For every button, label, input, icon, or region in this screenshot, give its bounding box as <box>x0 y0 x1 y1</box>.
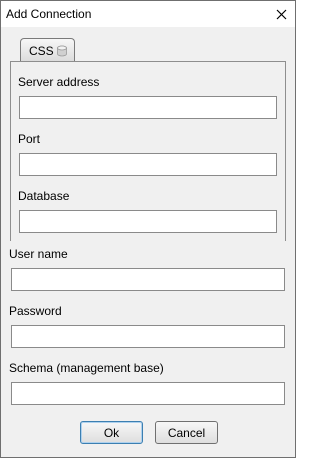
user-name-input[interactable] <box>11 268 285 291</box>
server-address-label: Server address <box>18 75 100 89</box>
dialog-title: Add Connection <box>6 7 92 21</box>
port-label: Port <box>18 132 41 146</box>
tab-css[interactable]: CSS <box>20 38 75 61</box>
port-input[interactable] <box>19 153 277 176</box>
database-input[interactable] <box>19 210 277 233</box>
password-input[interactable] <box>11 325 285 348</box>
user-name-label: User name <box>9 247 68 261</box>
close-button[interactable] <box>267 1 295 27</box>
server-address-input[interactable] <box>19 96 277 119</box>
password-label: Password <box>9 304 62 318</box>
schema-label: Schema (management base) <box>9 361 164 375</box>
add-connection-dialog: Add Connection CSS Server address Port D… <box>0 0 296 458</box>
title-bar: Add Connection <box>1 1 295 27</box>
database-icon <box>57 45 67 57</box>
ok-button[interactable]: Ok <box>80 421 143 444</box>
tab-label: CSS <box>29 44 54 58</box>
close-icon <box>276 9 286 19</box>
tab-bar: CSS <box>10 36 286 62</box>
cancel-button[interactable]: Cancel <box>155 421 218 444</box>
schema-input[interactable] <box>11 382 285 405</box>
database-label: Database <box>18 189 70 203</box>
